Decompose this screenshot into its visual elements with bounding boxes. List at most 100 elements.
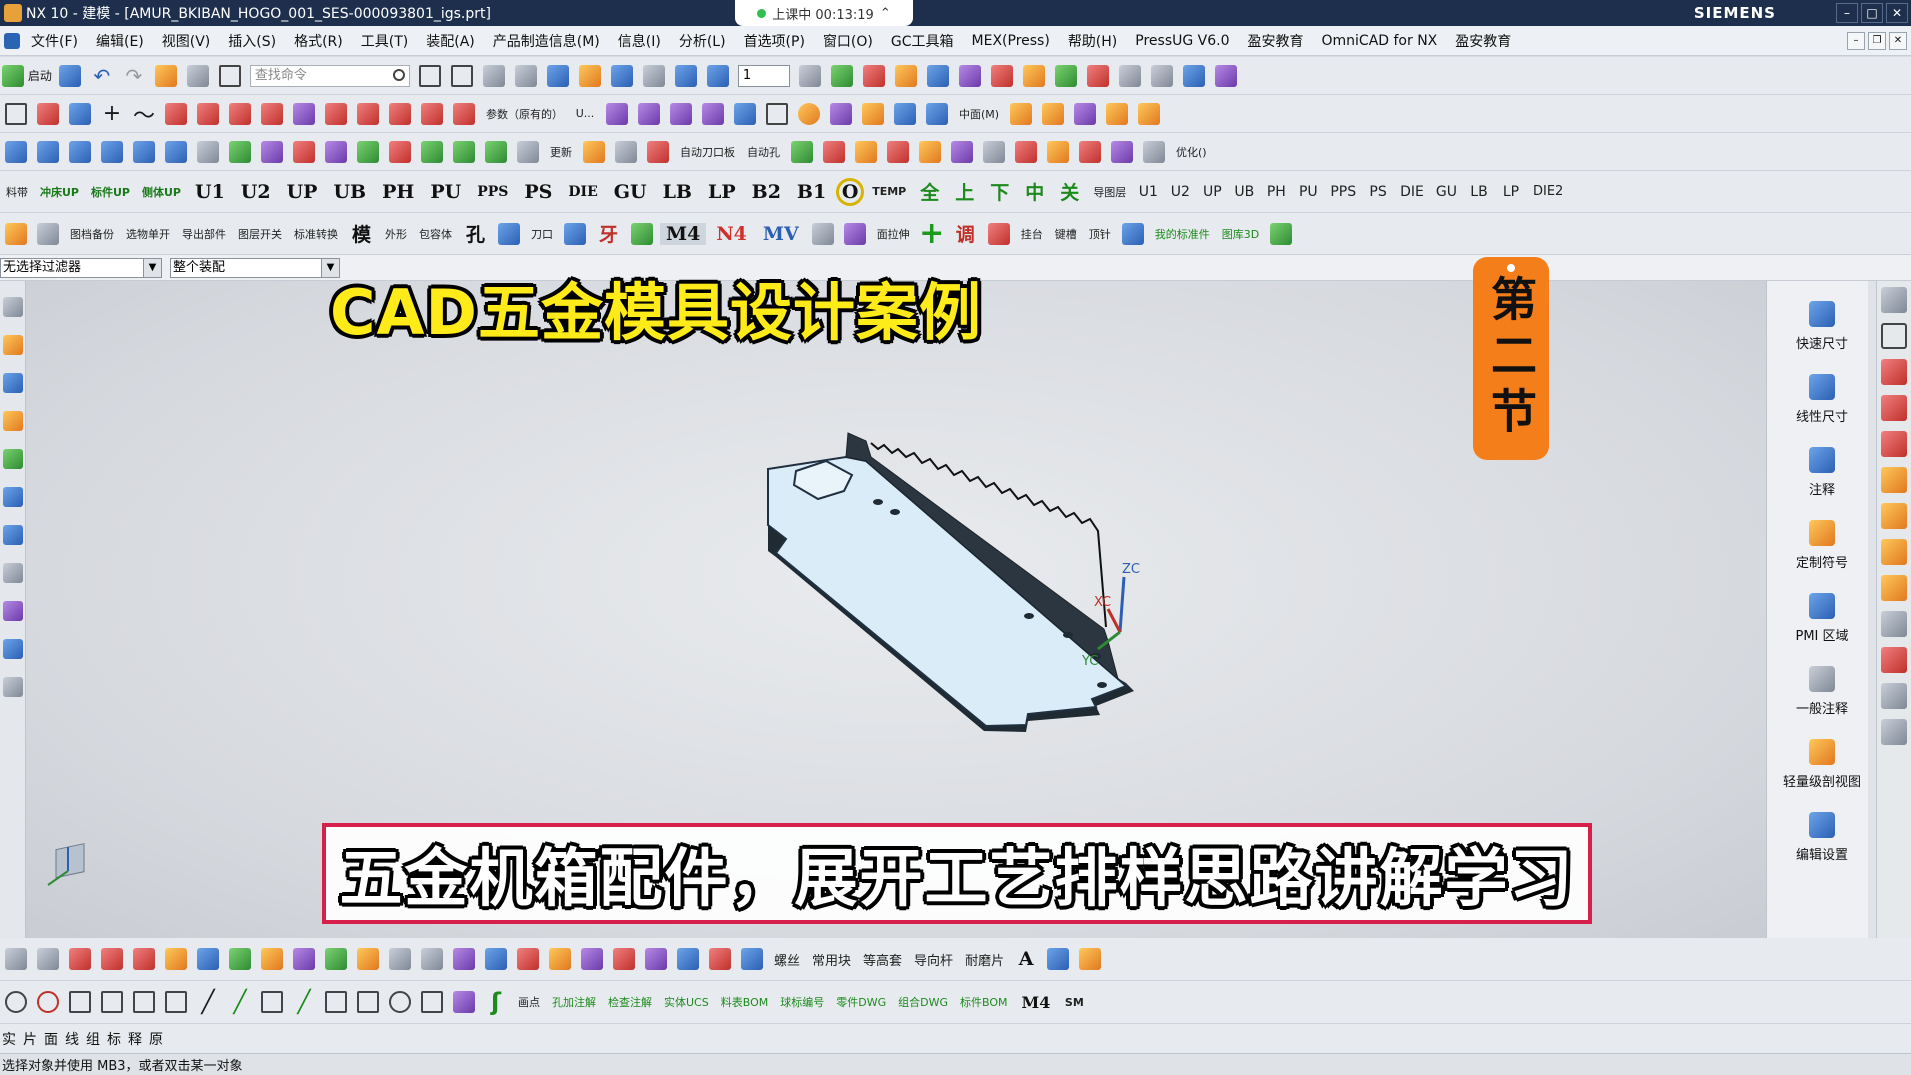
- point-button[interactable]: +: [98, 100, 126, 128]
- process-studio-icon[interactable]: [3, 639, 23, 659]
- print-button[interactable]: [480, 62, 508, 90]
- pu-button[interactable]: PU: [424, 178, 467, 206]
- settings-icon[interactable]: [3, 297, 23, 317]
- lp-move-button[interactable]: LP: [1497, 178, 1525, 206]
- thread-button[interactable]: 牙: [593, 220, 624, 248]
- measure-button[interactable]: [892, 62, 920, 90]
- shaded-button[interactable]: [544, 62, 572, 90]
- constraint-navigator-icon[interactable]: [3, 373, 23, 393]
- unfold-button[interactable]: [1071, 100, 1099, 128]
- guide-rod-button[interactable]: 导向杆: [910, 945, 957, 973]
- sketch-button[interactable]: [2, 100, 30, 128]
- point-tool-button[interactable]: 画点: [514, 988, 544, 1016]
- optimize-button[interactable]: 优化(): [1172, 138, 1211, 166]
- bt-sheet-button[interactable]: [194, 945, 222, 973]
- blend-button[interactable]: [354, 100, 382, 128]
- angle-line-button[interactable]: [258, 988, 286, 1016]
- flange-button[interactable]: [1007, 100, 1035, 128]
- menu-edit[interactable]: 编辑(E): [87, 31, 153, 51]
- strip-tool-12-icon[interactable]: [1881, 683, 1907, 709]
- strip-tool-6-icon[interactable]: [1881, 467, 1907, 493]
- bt-shape2-button[interactable]: [418, 945, 446, 973]
- mold-part-2[interactable]: [820, 138, 848, 166]
- background-button[interactable]: [640, 62, 668, 90]
- open-button[interactable]: [152, 62, 180, 90]
- pmi-linear-dimension[interactable]: 线性尺寸: [1767, 374, 1877, 425]
- mold-part-12[interactable]: [1140, 138, 1168, 166]
- pu-move-button[interactable]: PU: [1294, 178, 1322, 206]
- library-3d-button[interactable]: 图库3D: [1218, 220, 1263, 248]
- chamfer-button[interactable]: [386, 100, 414, 128]
- gu-button[interactable]: GU: [608, 178, 653, 206]
- mold-part-11[interactable]: [1108, 138, 1136, 166]
- bt-shape6-button[interactable]: [546, 945, 574, 973]
- temp-button[interactable]: TEMP: [868, 178, 910, 206]
- export-flat-button[interactable]: [1135, 100, 1163, 128]
- layer-settings-button[interactable]: [796, 62, 824, 90]
- center-button[interactable]: 中面(M): [955, 100, 1003, 128]
- die-button[interactable]: [386, 138, 414, 166]
- o-button[interactable]: O: [836, 177, 865, 206]
- u-button[interactable]: U...: [571, 100, 599, 128]
- shield-button[interactable]: [322, 138, 350, 166]
- pin-button[interactable]: [628, 220, 656, 248]
- bt-shape8-button[interactable]: [610, 945, 638, 973]
- draft-button[interactable]: [859, 100, 887, 128]
- die-move-button[interactable]: DIE: [1396, 178, 1428, 206]
- auto-hole-button[interactable]: 自动孔: [743, 138, 784, 166]
- plate-b-button[interactable]: [450, 138, 478, 166]
- mirror-button[interactable]: [418, 100, 446, 128]
- wear-pad-button[interactable]: 耐磨片: [961, 945, 1008, 973]
- chevron-up-icon[interactable]: ⌃: [880, 6, 891, 21]
- strip-tool-8-icon[interactable]: [1881, 539, 1907, 565]
- tangent-button[interactable]: [322, 988, 350, 1016]
- move-button[interactable]: [860, 62, 888, 90]
- view-triad[interactable]: [47, 843, 85, 886]
- export-part-button[interactable]: 导出部件: [178, 220, 230, 248]
- guide-button[interactable]: [258, 138, 286, 166]
- plate-g-button[interactable]: [644, 138, 672, 166]
- tee-button[interactable]: [495, 220, 523, 248]
- arc-tool-button[interactable]: [130, 988, 158, 1016]
- tool-b-button[interactable]: [988, 62, 1016, 90]
- history-icon[interactable]: [3, 563, 23, 583]
- pmi-lightweight-section[interactable]: 轻量级剖视图: [1767, 739, 1877, 790]
- bt-shape3-button[interactable]: [450, 945, 478, 973]
- water-button[interactable]: [1119, 220, 1147, 248]
- block-button[interactable]: [923, 100, 951, 128]
- mold-button[interactable]: 模: [346, 220, 377, 248]
- up-move-button[interactable]: UP: [1198, 178, 1226, 206]
- strip-tool-3-icon[interactable]: [1881, 359, 1907, 385]
- pmi-quick-dimension[interactable]: 快速尺寸: [1767, 301, 1877, 352]
- shell-button[interactable]: [827, 100, 855, 128]
- pocket-button[interactable]: [290, 100, 318, 128]
- pmi-panel-scrollbar[interactable]: [1868, 281, 1876, 938]
- u1-button[interactable]: U1: [189, 178, 231, 206]
- hang-table-button[interactable]: 挂台: [1017, 220, 1047, 248]
- maximize-button[interactable]: □: [1861, 3, 1883, 23]
- balloon-button[interactable]: 球标编号: [776, 988, 828, 1016]
- gear-tool-button[interactable]: [2, 220, 30, 248]
- menu-tools[interactable]: 工具(T): [352, 31, 417, 51]
- menu-info[interactable]: 信息(I): [609, 31, 670, 51]
- mold-part-10[interactable]: [1076, 138, 1104, 166]
- mold-part-5[interactable]: [916, 138, 944, 166]
- lb-button[interactable]: LB: [657, 178, 698, 206]
- common-block-button[interactable]: 常用块: [808, 945, 855, 973]
- u2-button[interactable]: U2: [235, 178, 277, 206]
- backup-button[interactable]: 图档备份: [66, 220, 118, 248]
- assembly-navigator-icon[interactable]: [3, 335, 23, 355]
- doc-restore-button[interactable]: ❐: [1868, 31, 1886, 50]
- undo-button[interactable]: ↶: [88, 62, 116, 90]
- trim-button[interactable]: [322, 100, 350, 128]
- m4-bottom-button[interactable]: M4: [1016, 988, 1057, 1016]
- strip-tool-5-icon[interactable]: [1881, 431, 1907, 457]
- bt-shape4-button[interactable]: [482, 945, 510, 973]
- fillet-button[interactable]: [98, 988, 126, 1016]
- strip-tool-7-icon[interactable]: [1881, 503, 1907, 529]
- menu-pressug[interactable]: PressUG V6.0: [1126, 33, 1238, 49]
- strip-button[interactable]: 料带: [2, 178, 32, 206]
- die2-button[interactable]: DIE2: [1529, 178, 1567, 206]
- redo-button[interactable]: ↷: [120, 62, 148, 90]
- material-bom-button[interactable]: 料表BOM: [717, 988, 773, 1016]
